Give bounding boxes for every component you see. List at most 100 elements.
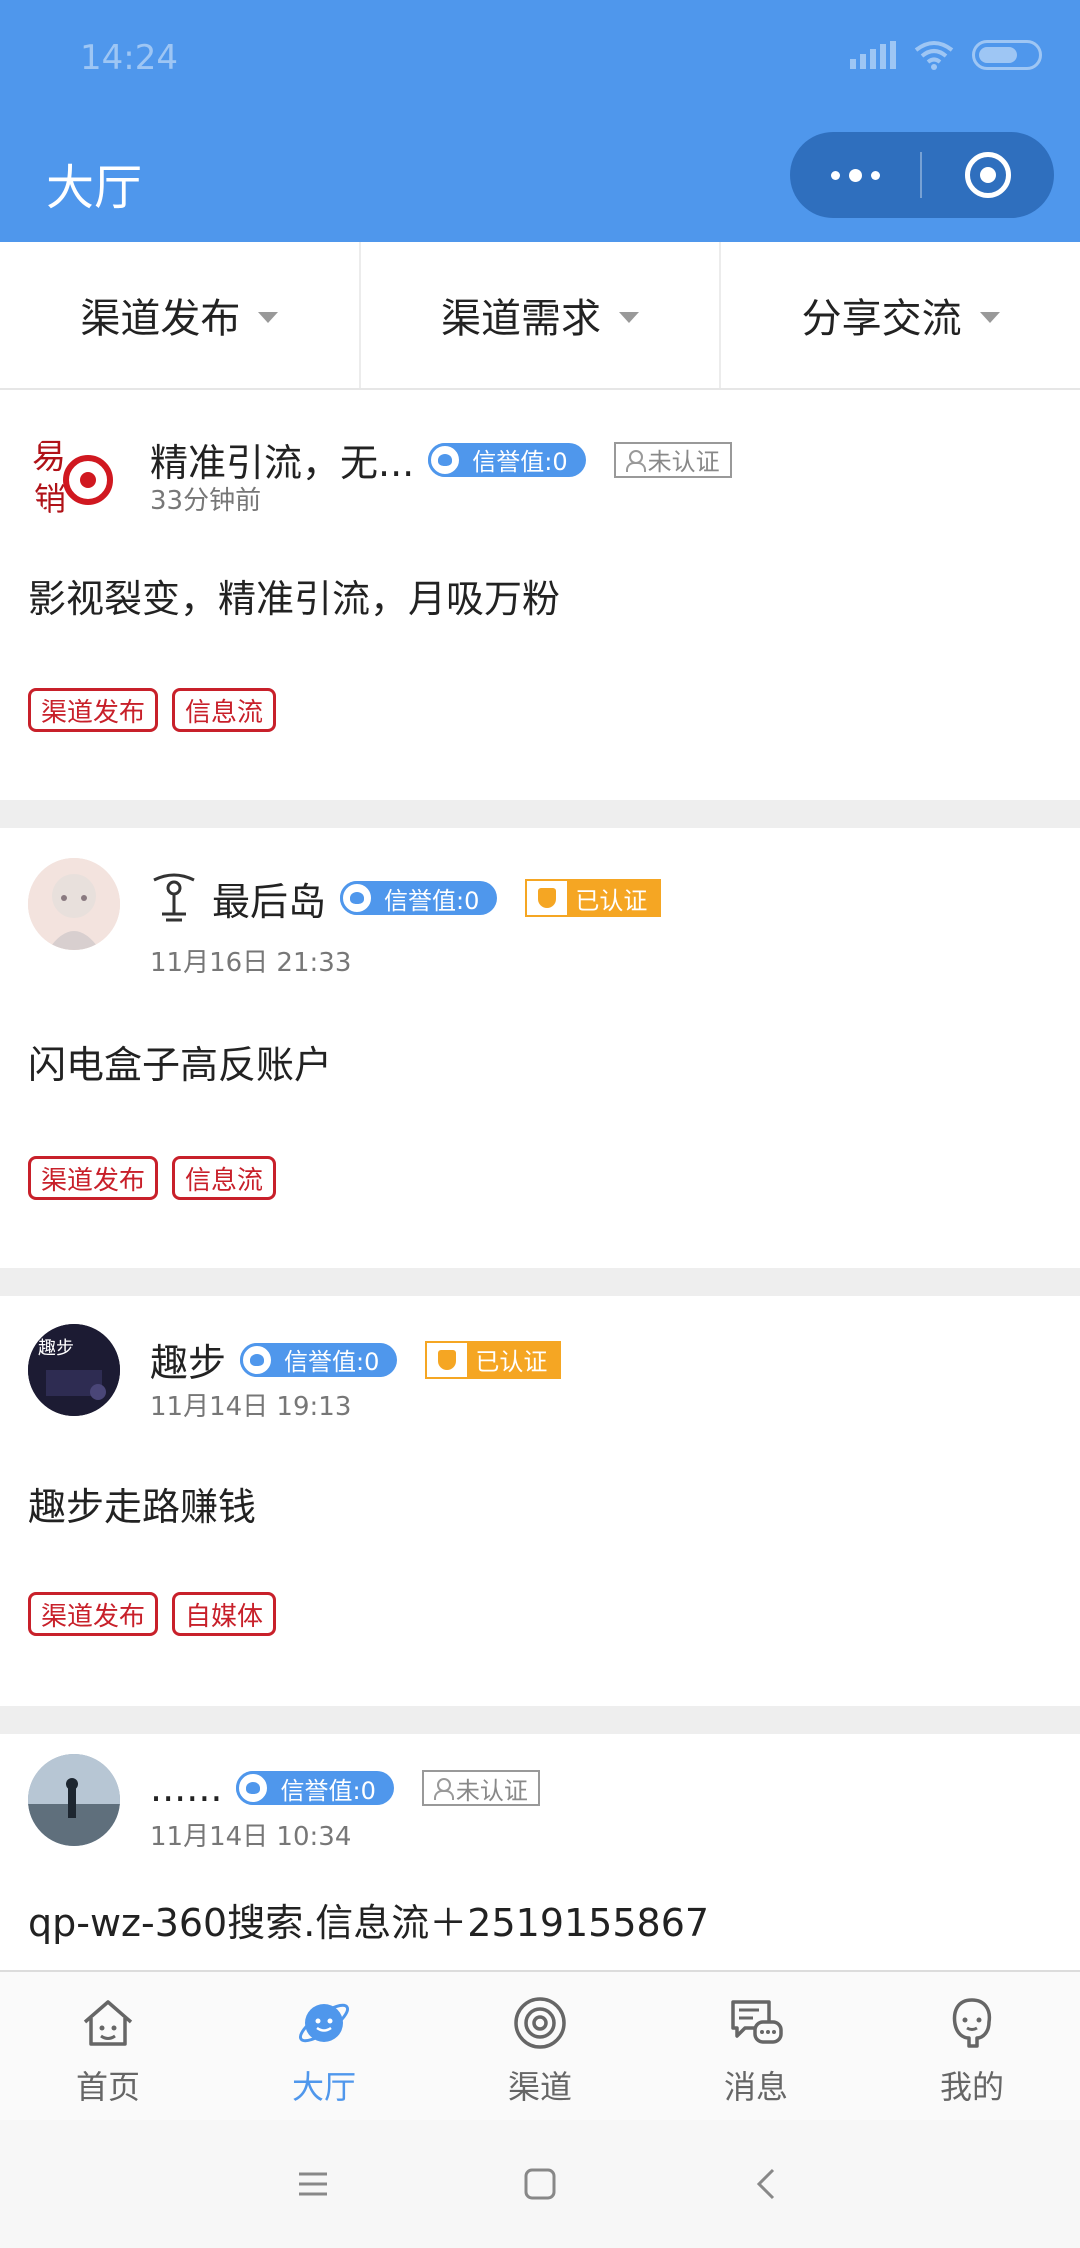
more-menu-button[interactable] [790,132,920,218]
post-time: 11月16日 21:33 [150,948,352,978]
unverified-badge: 未认证 [421,1770,540,1806]
miniprogram-capsule [790,132,1054,218]
qubu-avatar-icon: 趣步 [28,1324,120,1416]
verified-badge: 已认证 [425,1340,562,1379]
anime-avatar-icon [28,858,120,950]
post-card[interactable]: 最后岛 信誉值:0 已认证 11月16日 21:33 闪电盒子高反账户 渠道发布… [0,828,1080,1268]
post-content[interactable]: qp-wz-360搜索.信息流＋2519155867 [28,1892,709,1947]
status-time: 14:24 [80,38,178,78]
post-card[interactable]: ...... 信誉值:0 未认证 11月14日 10:34 qp-wz-360搜… [0,1734,1080,1970]
close-miniprogram-button[interactable] [922,132,1054,218]
card-divider [0,800,1080,828]
tab-messages[interactable]: 消息 [648,1972,864,2120]
sketch-decoration-icon [153,873,195,922]
post-header: 趣步 信誉值:0 已认证 [150,1332,562,1387]
tab-hall[interactable]: 大厅 [216,1972,432,2120]
filter-label: 渠道需求 [441,296,601,342]
status-icons [850,40,1042,70]
bottom-tab-bar: 首页 大厅 渠道 消息 我的 [0,1970,1080,2120]
credit-value: 信誉值:0 [472,448,568,476]
paw-icon [240,1342,275,1377]
svg-text:易: 易 [32,437,66,477]
cert-label: 已认证 [475,1348,548,1376]
cert-label: 已认证 [575,886,648,915]
caret-down-icon [619,311,639,323]
filter-channel-demand[interactable]: 渠道需求 [361,242,722,388]
post-content[interactable]: 闪电盒子高反账户 [28,1034,332,1089]
tab-channel[interactable]: 渠道 [432,1972,648,2120]
header-bar: 14:24 大厅 [0,0,1080,242]
filter-label: 分享交流 [801,296,962,342]
card-divider [0,1706,1080,1734]
planet-icon [298,2003,350,2043]
tag[interactable]: 渠道发布 [28,1156,159,1200]
avatar[interactable] [28,1754,120,1846]
credit-badge: 信誉值:0 [428,442,586,477]
page-title: 大厅 [46,160,143,216]
cert-label: 未认证 [647,448,720,476]
post-header: 精准引流，无... 信誉值:0 未认证 [150,432,732,487]
tag[interactable]: 渠道发布 [28,688,159,732]
recent-apps-button[interactable] [273,2144,353,2224]
tag[interactable]: 信息流 [172,1156,277,1200]
menu-lines-icon [299,2172,328,2196]
post-feed: 易 销 精准引流，无... 信誉值:0 未认证 33分钟前 影视裂变，精准引流，… [0,390,1080,1970]
post-card[interactable]: 易 销 精准引流，无... 信誉值:0 未认证 33分钟前 影视裂变，精准引流，… [0,390,1080,800]
seaside-avatar-icon [28,1754,120,1846]
person-icon [625,449,646,472]
tag[interactable]: 渠道发布 [28,1592,159,1636]
credit-value: 信誉值:0 [384,886,480,915]
tag[interactable]: 自媒体 [172,1592,277,1636]
post-time: 11月14日 10:34 [150,1822,352,1852]
post-card[interactable]: 趣步 趣步 信誉值:0 已认证 11月14日 19:13 趣步走路赚钱 渠道发布… [0,1296,1080,1706]
credit-value: 信誉值:0 [284,1348,380,1376]
post-time: 33分钟前 [150,486,262,516]
battery-icon [972,40,1042,70]
tab-label: 渠道 [507,2068,572,2106]
signal-icon [850,41,896,69]
paw-icon [428,442,463,477]
username[interactable]: 趣步 [150,1332,226,1387]
person-icon [433,1778,454,1800]
tab-label: 消息 [723,2068,788,2106]
filter-channel-publish[interactable]: 渠道发布 [0,242,361,388]
avatar[interactable]: 趣步 [28,1324,120,1416]
filter-label: 渠道发布 [80,296,241,342]
target-close-icon [965,152,1011,198]
tab-label: 首页 [75,2068,140,2106]
credit-badge: 信誉值:0 [340,881,498,915]
home-icon [83,2000,133,2046]
caret-down-icon [258,311,279,323]
username[interactable]: ...... [150,1766,222,1810]
tag-list: 渠道发布 自媒体 [28,1592,277,1636]
logo-avatar-icon: 易 销 [32,437,113,518]
username[interactable]: 最后岛 [212,871,326,926]
post-content[interactable]: 趣步走路赚钱 [28,1476,256,1531]
tab-mine[interactable]: 我的 [864,1972,1080,2120]
tab-label: 我的 [939,2068,1004,2106]
avatar[interactable]: 易 销 [28,428,120,520]
back-nav-button[interactable] [727,2144,807,2224]
paw-icon [236,1771,271,1805]
square-icon [524,2168,556,2200]
svg-text:趣步: 趣步 [38,1338,74,1359]
filter-share-exchange[interactable]: 分享交流 [721,242,1080,388]
tag[interactable]: 信息流 [172,688,277,732]
shield-icon [427,1342,468,1377]
credit-badge: 信誉值:0 [240,1342,398,1377]
wifi-icon [914,41,954,70]
credit-badge: 信誉值:0 [236,1771,394,1805]
verified-badge: 已认证 [525,879,662,917]
shield-icon [527,881,568,915]
tag-list: 渠道发布 信息流 [28,688,277,732]
tag-list: 渠道发布 信息流 [28,1156,277,1200]
username[interactable]: 精准引流，无... [150,432,414,487]
unverified-badge: 未认证 [613,441,732,478]
avatar[interactable] [28,858,120,950]
home-nav-button[interactable] [500,2144,580,2224]
system-nav-bar [0,2120,1080,2248]
post-content[interactable]: 影视裂变，精准引流，月吸万粉 [28,568,560,623]
back-chevron-icon [756,2168,774,2200]
post-header: ...... 信誉值:0 未认证 [150,1766,540,1810]
tab-home[interactable]: 首页 [0,1972,216,2120]
